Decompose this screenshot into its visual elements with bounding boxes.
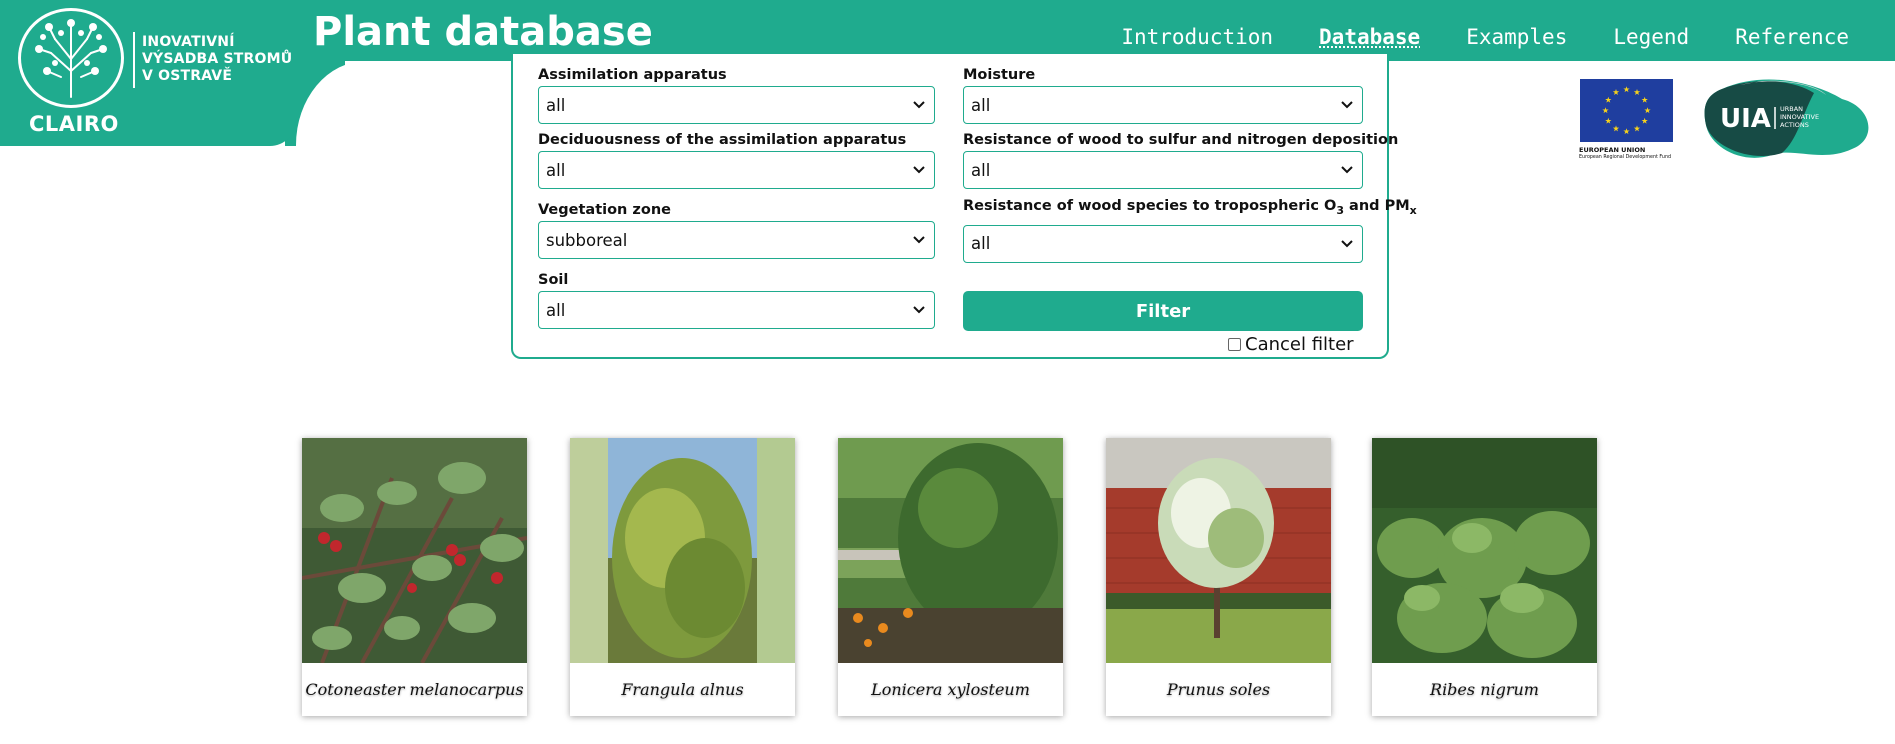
uia-line-3: ACTIONS — [1780, 121, 1809, 129]
logo-text: INOVATIVNÍ VÝSADBA STROMŮ V OSTRAVĚ — [142, 34, 292, 85]
nav-database[interactable]: Database — [1319, 25, 1420, 49]
ozone-pm-select[interactable]: all — [963, 224, 1363, 263]
logo-line-1: INOVATIVNÍ — [142, 34, 235, 50]
select-value: all — [546, 300, 566, 320]
select-value: all — [546, 95, 566, 115]
nav-introduction[interactable]: Introduction — [1121, 25, 1273, 49]
deciduousness-select[interactable]: all — [538, 151, 935, 189]
chevron-down-icon — [1341, 240, 1353, 248]
sulfur-nitrogen-label: Resistance of wood to sulfur and nitroge… — [963, 132, 1399, 148]
chevron-down-icon — [913, 101, 925, 109]
assimilation-apparatus-label: Assimilation apparatus — [538, 67, 727, 83]
page-title: Plant database — [313, 9, 653, 55]
ozone-label-mid: and PM — [1343, 198, 1410, 214]
logo-name: CLAIRO — [29, 112, 119, 136]
pm-label-sub: x — [1409, 203, 1417, 217]
assimilation-apparatus-select[interactable]: all — [538, 86, 935, 124]
cancel-filter-label[interactable]: Cancel filter — [1245, 334, 1354, 355]
ozone-label-main: Resistance of wood species to tropospher… — [963, 198, 1337, 214]
cancel-filter-checkbox[interactable] — [1228, 338, 1241, 351]
lonicera-photo — [838, 438, 1063, 663]
chevron-down-icon — [913, 236, 925, 244]
logo-divider — [133, 32, 135, 88]
select-value: all — [971, 95, 991, 115]
eu-caption-line-1: EUROPEAN UNION — [1579, 146, 1646, 154]
moisture-label: Moisture — [963, 67, 1036, 83]
chevron-down-icon — [913, 166, 925, 174]
chevron-down-icon — [1341, 166, 1353, 174]
assimilation-apparatus-field: Assimilation apparatus all — [538, 66, 935, 124]
cancel-filter-row: Cancel filter — [1228, 334, 1354, 355]
frangula-photo — [570, 438, 795, 663]
select-value: all — [971, 234, 991, 254]
deciduousness-label: Deciduousness of the assimilation appara… — [538, 132, 907, 148]
ribes-photo — [1372, 438, 1597, 663]
uia-line-2: INNOVATIVE — [1780, 113, 1819, 121]
select-value: all — [546, 160, 566, 180]
eu-caption-line-2: European Regional Development Fund — [1579, 155, 1672, 160]
soil-field: Soil all — [538, 271, 935, 329]
filter-button[interactable]: Filter — [963, 291, 1363, 331]
plant-card[interactable]: Frangula alnus — [570, 438, 795, 716]
cotoneaster-photo — [302, 438, 527, 663]
plant-name: Prunus soles — [1166, 680, 1271, 699]
moisture-select[interactable]: all — [963, 86, 1363, 124]
soil-label: Soil — [538, 272, 569, 288]
ozone-label-sub: 3 — [1336, 203, 1344, 217]
select-value: subboreal — [546, 230, 628, 250]
chevron-down-icon — [1341, 101, 1353, 109]
plant-card[interactable]: Prunus soles — [1106, 438, 1331, 716]
logo-block[interactable]: INOVATIVNÍ VÝSADBA STROMŮ V OSTRAVĚ CLAI… — [0, 0, 296, 146]
select-value: all — [971, 160, 991, 180]
chevron-down-icon — [913, 306, 925, 314]
soil-select[interactable]: all — [538, 291, 935, 329]
sulfur-nitrogen-field: Resistance of wood to sulfur and nitroge… — [963, 131, 1398, 189]
prunus-photo — [1106, 438, 1331, 663]
ozone-pm-field: Resistance of wood species to tropospher… — [963, 195, 1417, 263]
uia-logo-icon[interactable]: UIA URBAN INNOVATIVE ACTIONS — [1702, 77, 1874, 161]
nav-legend[interactable]: Legend — [1613, 25, 1689, 49]
plant-name: Cotoneaster melanocarpus — [305, 680, 524, 699]
uia-mark: UIA — [1720, 104, 1771, 134]
nav-examples[interactable]: Examples — [1466, 25, 1567, 49]
plant-name: Frangula alnus — [621, 680, 744, 699]
plant-card[interactable]: Lonicera xylosteum — [838, 438, 1063, 716]
uia-line-1: URBAN — [1780, 105, 1803, 113]
plant-name: Lonicera xylosteum — [871, 680, 1030, 699]
logo-line-3: V OSTRAVĚ — [142, 68, 233, 84]
eu-flag-icon — [1580, 79, 1673, 142]
main-nav: Introduction Database Examples Legend Re… — [1121, 25, 1849, 49]
tree-logo-icon — [18, 8, 124, 108]
plant-card[interactable]: Cotoneaster melanocarpus — [302, 438, 527, 716]
deciduousness-field: Deciduousness of the assimilation appara… — [538, 131, 935, 189]
eu-caption: EUROPEAN UNION European Regional Develop… — [1579, 146, 1671, 162]
vegetation-zone-label: Vegetation zone — [538, 202, 671, 218]
moisture-field: Moisture all — [963, 66, 1363, 124]
plant-card[interactable]: Ribes nigrum — [1372, 438, 1597, 716]
sulfur-nitrogen-select[interactable]: all — [963, 151, 1363, 189]
ozone-pm-label: Resistance of wood species to tropospher… — [963, 195, 1417, 222]
vegetation-zone-select[interactable]: subboreal — [538, 221, 935, 259]
plant-name: Ribes nigrum — [1430, 680, 1539, 699]
logo-line-2: VÝSADBA STROMŮ — [142, 51, 293, 67]
nav-reference[interactable]: Reference — [1735, 25, 1849, 49]
vegetation-zone-field: Vegetation zone subboreal — [538, 201, 935, 259]
